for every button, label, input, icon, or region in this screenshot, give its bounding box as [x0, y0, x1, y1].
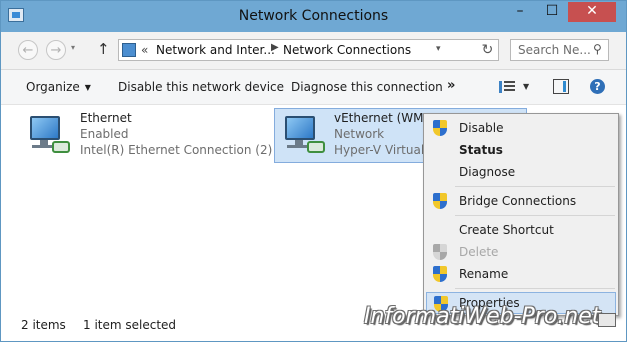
uac-shield-icon — [433, 120, 447, 136]
breadcrumb-separator-icon[interactable]: ▶ — [271, 42, 279, 53]
change-view-icon[interactable] — [499, 80, 515, 94]
menu-label: Create Shortcut — [459, 223, 554, 237]
item-count: 2 items — [21, 318, 66, 332]
menu-item-delete[interactable]: Delete — [426, 241, 616, 263]
search-icon[interactable]: ⚲ — [593, 42, 602, 56]
menu-item-disable[interactable]: Disable — [426, 117, 616, 139]
breadcrumb-overflow[interactable]: « — [141, 43, 148, 57]
breadcrumb-network-connections[interactable]: Network Connections — [283, 43, 411, 57]
address-dropdown-icon[interactable]: ▾ — [436, 44, 441, 54]
list-item-ethernet[interactable]: Ethernet Enabled Intel(R) Ethernet Conne… — [17, 110, 275, 162]
preview-pane-icon[interactable] — [553, 79, 569, 94]
selection-count: 1 item selected — [83, 318, 177, 332]
control-panel-icon — [122, 43, 136, 57]
more-commands-button[interactable]: » — [447, 78, 455, 93]
organize-label: Organize — [26, 80, 80, 94]
menu-separator — [455, 215, 615, 216]
uac-shield-icon — [433, 266, 447, 282]
chevron-down-icon: ▼ — [84, 83, 91, 92]
menu-label: Diagnose — [459, 165, 516, 179]
item-device: Hyper-V Virtual Et — [334, 143, 426, 157]
item-name: vEthernet (WMS) — [334, 111, 426, 125]
maximize-button[interactable]: ☐ — [537, 2, 567, 22]
menu-item-diagnose[interactable]: Diagnose — [426, 161, 616, 183]
context-menu: Disable Status Diagnose Bridge Connectio… — [423, 113, 619, 316]
item-device: Intel(R) Ethernet Connection (2) I... — [80, 143, 275, 157]
uac-shield-icon — [433, 193, 447, 209]
menu-item-rename[interactable]: Rename — [426, 263, 616, 285]
item-details: Ethernet Enabled Intel(R) Ethernet Conne… — [80, 110, 275, 158]
menu-separator — [455, 186, 615, 187]
close-button[interactable]: ✕ — [568, 2, 616, 22]
help-icon[interactable]: ? — [590, 79, 605, 94]
title-bar[interactable]: Network Connections – ☐ ✕ — [1, 1, 626, 32]
watermark: InformatiWeb-Pro.net — [364, 304, 601, 329]
network-adapter-icon — [26, 116, 72, 156]
recent-locations-icon[interactable]: ▾ — [71, 43, 75, 52]
diagnose-connection-button[interactable]: Diagnose this connection — [291, 80, 443, 94]
menu-label: Rename — [459, 267, 509, 281]
menu-separator — [455, 288, 615, 289]
search-input[interactable]: Search Ne... ⚲ — [510, 39, 609, 61]
address-bar[interactable]: « Network and Inter... ▶ Network Connect… — [118, 39, 498, 61]
item-details: vEthernet (WMS) Network Hyper-V Virtual … — [334, 110, 426, 158]
up-button[interactable]: ↑ — [97, 40, 110, 58]
menu-label: Disable — [459, 121, 504, 135]
details-view-icon[interactable] — [598, 313, 616, 327]
menu-label: Bridge Connections — [459, 194, 577, 208]
menu-label: Status — [459, 143, 503, 157]
search-placeholder: Search Ne... — [518, 43, 591, 57]
disable-device-button[interactable]: Disable this network device — [118, 80, 284, 94]
forward-button[interactable]: → — [46, 40, 66, 60]
breadcrumb-network-and-internet[interactable]: Network and Inter... — [156, 43, 275, 57]
uac-shield-icon — [433, 244, 447, 260]
command-bar: Organize ▼ Disable this network device Di… — [1, 70, 626, 105]
minimize-button[interactable]: – — [505, 2, 535, 22]
organize-button[interactable]: Organize ▼ — [26, 80, 91, 94]
network-adapter-icon — [281, 116, 327, 156]
menu-item-bridge-connections[interactable]: Bridge Connections — [426, 190, 616, 212]
menu-item-status[interactable]: Status — [426, 139, 616, 161]
item-status: Network — [334, 127, 385, 141]
item-status: Enabled — [80, 127, 129, 141]
menu-item-create-shortcut[interactable]: Create Shortcut — [426, 219, 616, 241]
refresh-button[interactable]: ↻ — [477, 39, 499, 61]
navigation-bar: ← → ▾ ↑ « Network and Inter... ▶ Network… — [1, 32, 626, 70]
menu-label: Delete — [459, 245, 499, 259]
item-name: Ethernet — [80, 111, 132, 125]
back-button[interactable]: ← — [18, 40, 38, 60]
view-options-dropdown[interactable]: ▼ — [523, 82, 529, 91]
